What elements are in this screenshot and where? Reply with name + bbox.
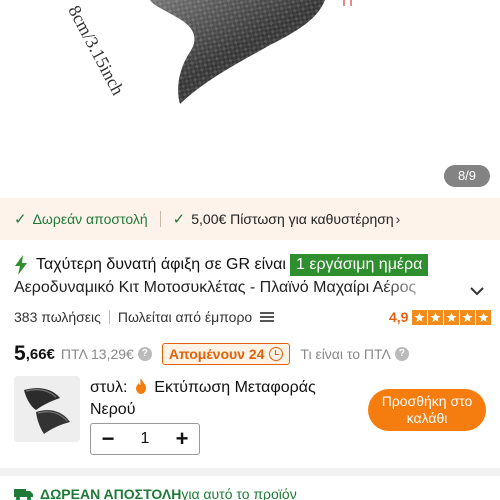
benefits-bar[interactable]: ✓ Δωρεάν αποστολή ✓ 5,00€ Πίστωση για κα…	[0, 198, 500, 240]
product-image[interactable]: 8cm/3.15inch 8/9	[0, 0, 500, 196]
price-decimals: ,66€	[25, 345, 55, 363]
rrp-price: ΠΤΛ 13,29€	[60, 346, 134, 362]
rating-value: 4,9	[389, 309, 409, 325]
late-delivery-credit: 5,00€ Πίστωση για καθυστέρηση	[191, 211, 394, 227]
seller-info[interactable]: Πωλείται από έμπορο	[118, 309, 252, 325]
stock-remaining-text: Απομένουν 24	[168, 346, 265, 362]
star-icon	[412, 309, 428, 325]
image-page-indicator: 8/9	[444, 165, 490, 187]
product-title: Αεροδυναμικό Κιτ Μοτοσυκλέτας - Πλαϊνό Μ…	[14, 279, 417, 296]
increase-quantity-button[interactable]: +	[165, 424, 199, 454]
delivery-text: Ταχύτερη δυνατή άφιξη σε GR είναι	[36, 256, 286, 273]
info-icon[interactable]: ?	[394, 347, 409, 361]
style-prefix: στυλ:	[90, 379, 128, 396]
star-icon	[428, 309, 444, 325]
check-icon: ✓	[14, 211, 27, 228]
star-icon	[444, 309, 460, 325]
flame-icon	[135, 378, 146, 394]
price-row: 5 ,66€ ΠΤΛ 13,29€ ? Απομένουν 24 Τι είνα…	[14, 340, 409, 368]
menu-icon[interactable]	[260, 311, 275, 323]
stock-remaining-badge: Απομένουν 24	[161, 343, 291, 365]
free-shipping-title: ΔΩΡΕΑΝ ΑΠΟΣΤΟΛΗ	[40, 486, 182, 500]
add-to-cart-button[interactable]: Προσθήκη στο καλάθι	[368, 389, 486, 431]
section-divider	[0, 468, 500, 476]
winglet-thumbnail-image	[24, 388, 70, 434]
decrease-quantity-button[interactable]: −	[91, 424, 125, 454]
free-shipping-banner[interactable]: ΔΩΡΕΑΝ ΑΠΟΣΤΟΛΗ για αυτό το προϊόν	[14, 484, 297, 500]
variant-thumbnail[interactable]	[14, 376, 80, 442]
chevron-down-icon[interactable]	[468, 282, 486, 300]
delivery-days-badge: 1 εργάσιμη ημέρα	[289, 254, 429, 276]
star-icon	[476, 309, 492, 325]
lightning-icon	[15, 255, 27, 275]
price-integer: 5	[14, 342, 26, 365]
rating[interactable]: 4,9	[389, 307, 492, 327]
divider	[108, 310, 110, 324]
divider	[159, 211, 161, 227]
sales-count: 383 πωλήσεις	[14, 309, 101, 325]
check-icon: ✓	[172, 211, 186, 228]
quantity-stepper: − 1 +	[90, 423, 200, 455]
chevron-right-icon: ›	[395, 211, 401, 227]
rrp-explanation-link[interactable]: Τι είναι το ΠΤΛ	[300, 346, 390, 362]
delivery-estimate: Ταχύτερη δυνατή άφιξη σε GR είναι 1 εργά…	[14, 253, 429, 277]
free-shipping-note: για αυτό το προϊόν	[181, 486, 297, 500]
truck-icon	[14, 489, 33, 500]
info-icon[interactable]: ?	[137, 347, 152, 361]
variant-style: στυλ: Εκτύπωση Μεταφοράς Νερού	[90, 377, 360, 421]
star-icon	[460, 309, 476, 325]
free-shipping-benefit: Δωρεάν αποστολή	[32, 211, 148, 227]
quantity-value[interactable]: 1	[125, 430, 165, 448]
sales-info: 383 πωλήσεις Πωλείται από έμπορο	[14, 307, 275, 327]
clock-icon	[269, 347, 284, 361]
